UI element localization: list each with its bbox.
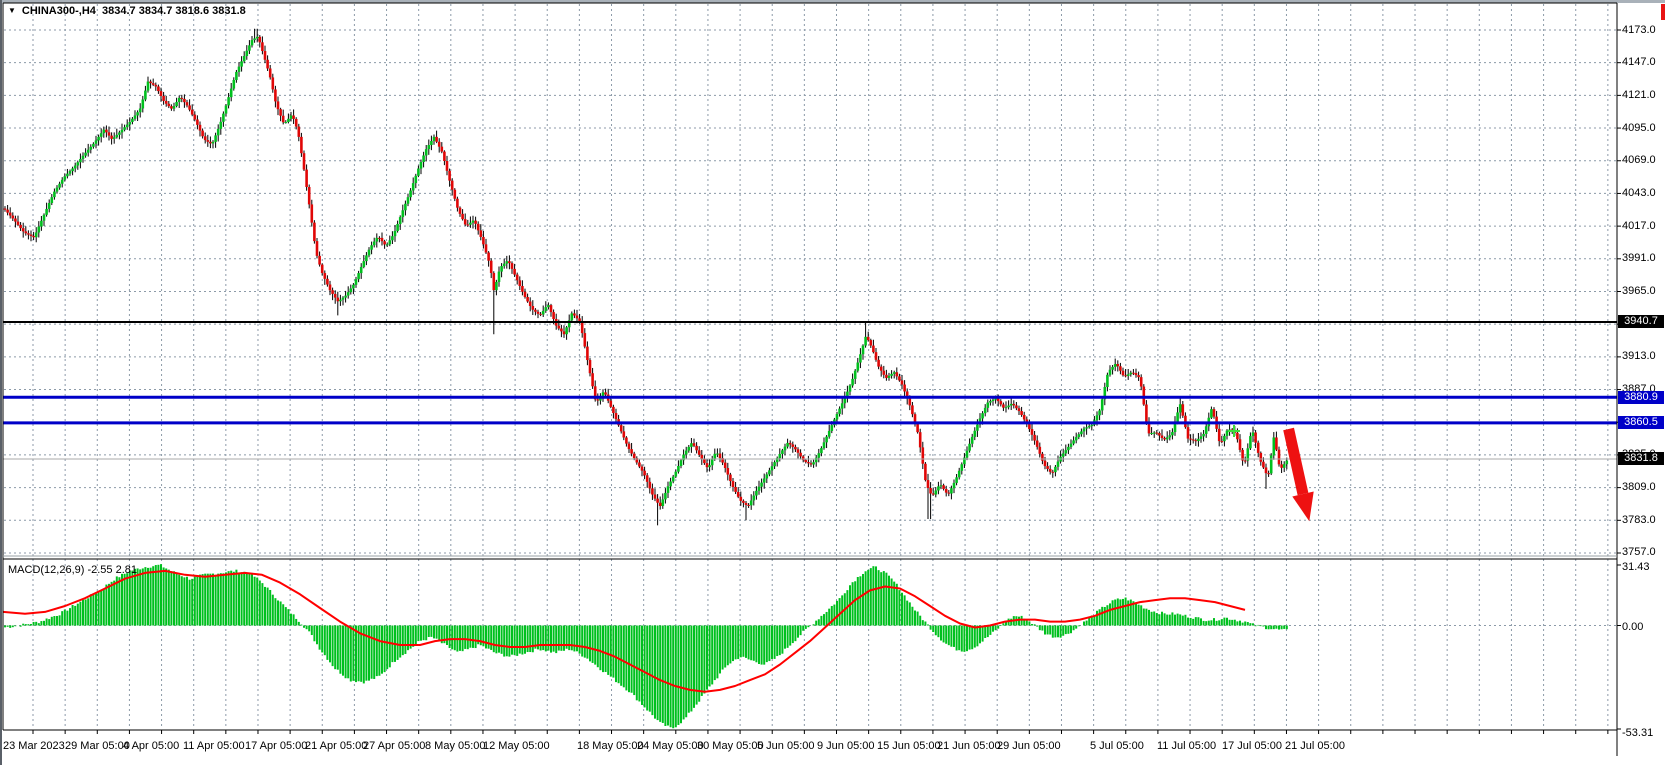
price-tick-label: 3991.0 (1622, 252, 1656, 264)
time-tick-label: 30 May 05:00 (697, 740, 764, 752)
time-tick-label: 27 Apr 05:00 (363, 740, 425, 752)
ohlc-readout: 3834.7 3834.7 3818.6 3831.8 (102, 5, 246, 17)
candles (4, 29, 1288, 526)
macd-scale-max: 31.43 (1622, 561, 1650, 573)
time-tick-label: 29 Jun 05:00 (997, 740, 1061, 752)
time-tick-label: 21 Apr 05:00 (305, 740, 367, 752)
time-tick-label: 11 Jul 05:00 (1157, 740, 1216, 752)
price-tick-label: 4069.0 (1622, 154, 1656, 166)
price-tick-label: 4017.0 (1622, 220, 1656, 232)
cutoff-red-button[interactable] (1661, 4, 1665, 20)
time-tick-label: 21 Jun 05:00 (937, 740, 1001, 752)
price-tick-label: 3783.0 (1622, 514, 1656, 526)
time-tick-label: 15 Jun 05:00 (877, 740, 941, 752)
time-tick-label: 23 Mar 2023 (3, 740, 65, 752)
time-tick-label: 4 Apr 05:00 (123, 740, 179, 752)
time-tick-label: 21 Jul 05:00 (1285, 740, 1345, 752)
time-tick-label: 9 Jun 05:00 (817, 740, 875, 752)
time-tick-label: 12 May 05:00 (483, 740, 550, 752)
time-tick-label: 11 Apr 05:00 (183, 740, 245, 752)
macd-histogram (4, 564, 1288, 728)
price-tick-label: 3809.0 (1622, 481, 1656, 493)
price-badge-blue-top: 3880.9 (1618, 391, 1664, 404)
price-tick-label: 4147.0 (1622, 56, 1656, 68)
trend-arrow-annotation[interactable] (1289, 429, 1314, 521)
time-tick-label: 17 Jul 05:00 (1222, 740, 1282, 752)
time-tick-label: 24 May 05:00 (637, 740, 704, 752)
symbol-dropdown-icon[interactable]: ▼ (8, 6, 16, 15)
time-tick-label: 5 Jul 05:00 (1090, 740, 1144, 752)
price-badge-black-line: 3940.7 (1618, 315, 1664, 328)
price-badge-blue-bottom: 3860.5 (1618, 416, 1664, 429)
price-tick-label: 4095.0 (1622, 122, 1656, 134)
symbol-title: ▼ CHINA300-,H4 3834.7 3834.7 3818.6 3831.… (8, 5, 246, 17)
price-tick-label: 4043.0 (1622, 187, 1656, 199)
macd-scale-zero: 0.00 (1622, 621, 1643, 633)
macd-scale-min: -53.31 (1622, 727, 1653, 739)
price-tick-label: 3913.0 (1622, 350, 1656, 362)
chart-window: ▼ CHINA300-,H4 3834.7 3834.7 3818.6 3831.… (0, 0, 1665, 765)
time-tick-label: 17 Apr 05:00 (245, 740, 307, 752)
symbol-period-label: CHINA300-,H4 (22, 5, 96, 17)
macd-indicator-label: MACD(12,26,9) -2.55 2.81 (8, 564, 137, 576)
time-tick-label: 18 May 05:00 (577, 740, 644, 752)
time-tick-label: 5 Jun 05:00 (757, 740, 815, 752)
price-tick-label: 4173.0 (1622, 24, 1656, 36)
price-tick-label: 3965.0 (1622, 285, 1656, 297)
price-badge-last-price: 3831.8 (1618, 452, 1664, 465)
time-tick-label: 8 May 05:00 (425, 740, 486, 752)
chart-canvas[interactable] (0, 0, 1665, 765)
price-tick-label: 3757.0 (1622, 546, 1656, 558)
panel-frame (3, 3, 1617, 756)
price-tick-label: 4121.0 (1622, 89, 1656, 101)
time-tick-label: 29 Mar 05:00 (65, 740, 130, 752)
